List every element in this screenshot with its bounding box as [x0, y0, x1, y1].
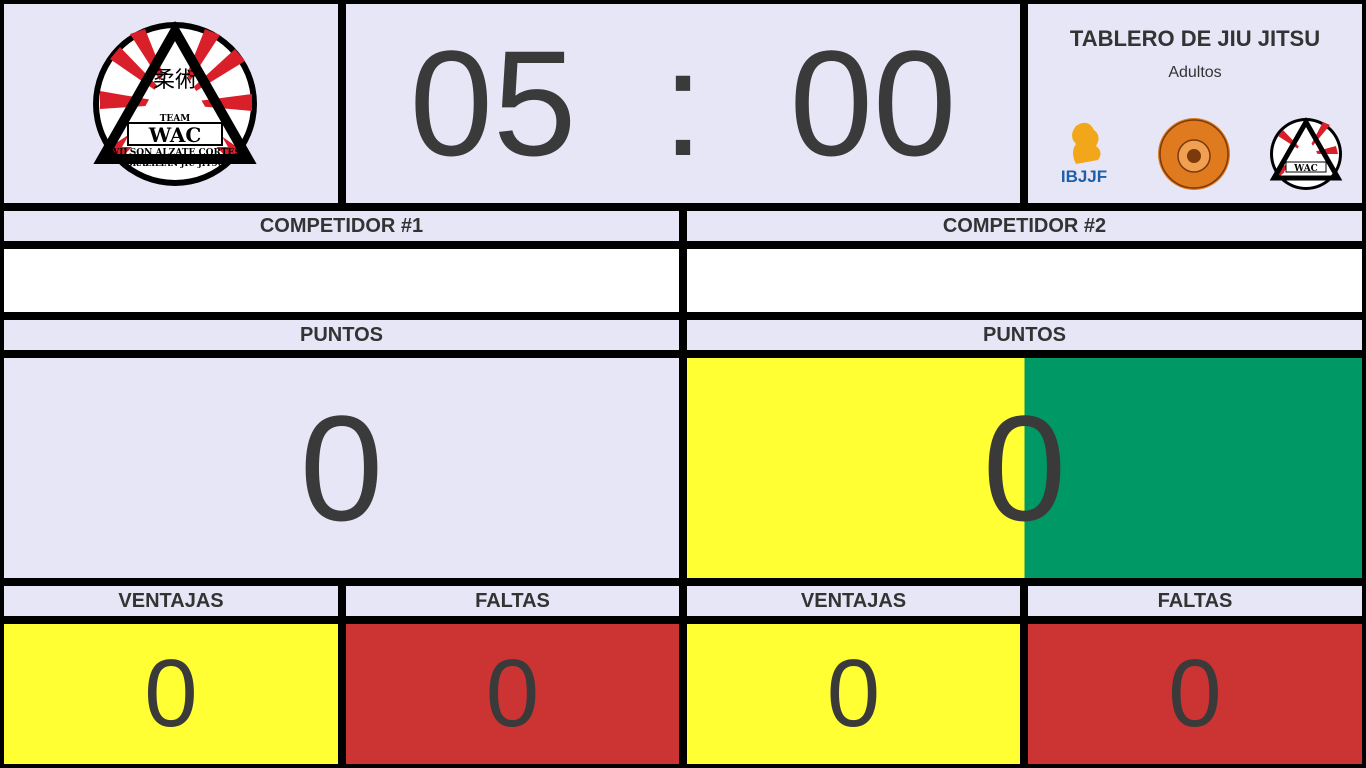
svg-text:IBJJF: IBJJF [1061, 167, 1107, 186]
competitor-2-advantages: 0 [826, 640, 881, 747]
competitor-1-penalties-display[interactable]: 0 [346, 624, 679, 764]
competitor-1-advantages: 0 [144, 640, 198, 747]
competitor-1-advantages-header: VENTAJAS [4, 586, 338, 616]
competitor-2-points-display[interactable]: 0 [687, 358, 1362, 578]
svg-text:WAC: WAC [148, 123, 202, 147]
team-logo-panel: 柔術 TEAM WAC WILSON ALZATE CORTES BRAZILI… [4, 4, 338, 203]
competitor-2-penalties-display[interactable]: 0 [1028, 624, 1362, 764]
svg-text:BRAZILIAN JIU JITSU: BRAZILIAN JIU JITSU [126, 158, 224, 168]
competitor-1-penalties: 0 [485, 640, 540, 747]
timer-seconds: 00 [789, 19, 957, 187]
competitor-2-points-header: PUNTOS [687, 320, 1362, 350]
competitor-2-points: 0 [982, 383, 1067, 552]
competitor-2-advantages-header: VENTAJAS [687, 586, 1020, 616]
info-panel: TABLERO DE JIU JITSU Adultos IBJJF WAC [1028, 4, 1362, 203]
timer-minutes: 05 [409, 19, 577, 187]
competitor-1-penalties-header: FALTAS [346, 586, 679, 616]
competitor-1-points-display[interactable]: 0 [4, 358, 679, 578]
ibjjf-logo: IBJJF [1061, 122, 1107, 186]
competitor-1-points: 0 [299, 383, 384, 552]
competitor-2-penalties-header: FALTAS [1028, 586, 1362, 616]
competitor-2-name[interactable] [687, 249, 1362, 312]
competitor-1-name[interactable] [4, 249, 679, 312]
competitor-1-header: COMPETIDOR #1 [4, 211, 679, 241]
team-wac-logo: 柔術 TEAM WAC WILSON ALZATE CORTES BRAZILI… [93, 20, 257, 186]
competitor-2-header: COMPETIDOR #2 [687, 211, 1362, 241]
competitor-2-penalties: 0 [1168, 640, 1222, 747]
competitor-1-points-header: PUNTOS [4, 320, 679, 350]
competitor-2-advantages-display[interactable]: 0 [687, 624, 1020, 764]
wac-small-logo: WAC [1269, 116, 1343, 190]
svg-text:柔術: 柔術 [153, 68, 197, 93]
match-timer: 05 : 00 [346, 4, 1020, 203]
category-label: Adultos [1168, 64, 1222, 81]
competitor-1-advantages-display[interactable]: 0 [4, 624, 338, 764]
svg-text:WILSON ALZATE CORTES: WILSON ALZATE CORTES [108, 148, 241, 158]
kanji-de-luiz-logo [1158, 118, 1230, 190]
svg-text:WAC: WAC [1293, 164, 1318, 174]
board-title: TABLERO DE JIU JITSU [1069, 26, 1321, 51]
timer-separator: : [662, 19, 704, 187]
